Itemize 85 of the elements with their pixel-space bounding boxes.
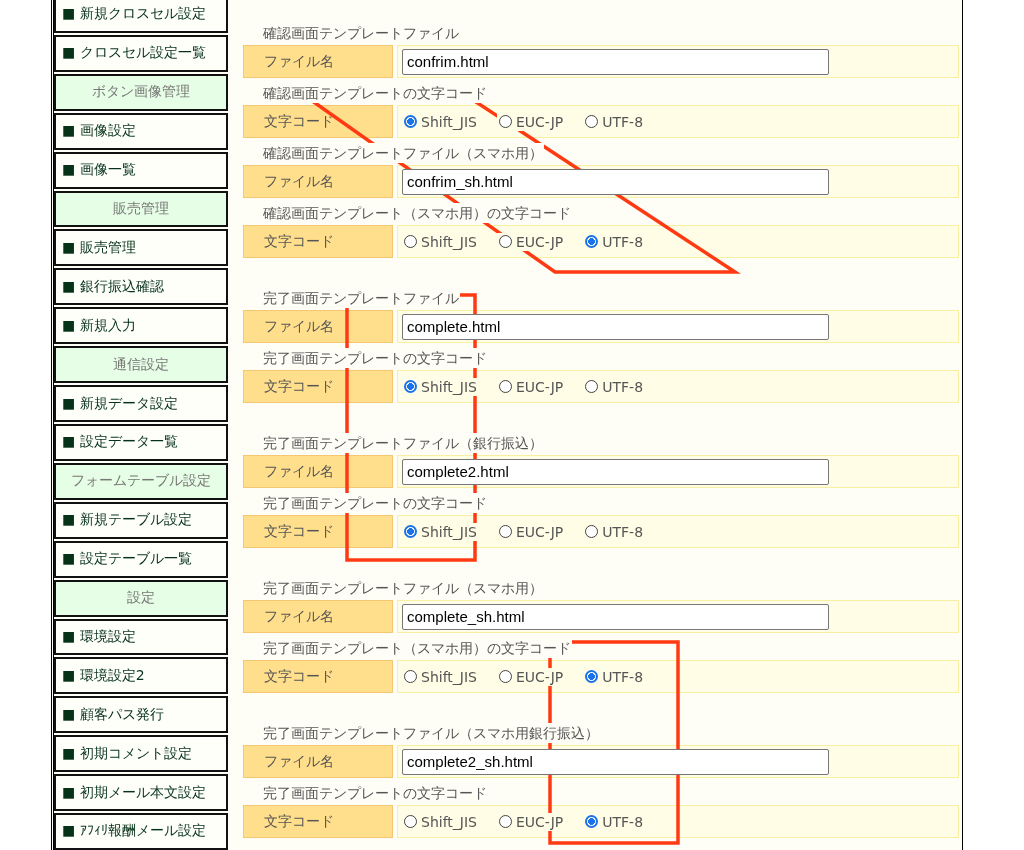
sidebar-link[interactable]: ■ 銀行振込確認 — [54, 268, 228, 306]
encoding-radio-option[interactable]: UTF-8 — [583, 232, 646, 251]
encoding-radio-option[interactable]: EUC-JP — [496, 232, 566, 251]
field-caption: 確認画面テンプレート（スマホ用）の文字コード — [262, 203, 572, 223]
encoding-radio-option[interactable]: UTF-8 — [583, 112, 646, 131]
field-caption: 確認画面テンプレートの文字コード — [262, 83, 488, 103]
sidebar-section-header: ボタン画像管理 — [54, 73, 228, 111]
sidebar-link[interactable]: ■ 設定データ一覧 — [54, 423, 228, 461]
sidebar-link[interactable]: ■ 初期コメント設定 — [54, 735, 228, 773]
field-caption: 完了画面テンプレートの文字コード — [262, 783, 488, 803]
radio-circle-icon[interactable] — [585, 815, 599, 828]
field-label: 文字コード — [243, 660, 393, 693]
sidebar-link[interactable]: ■ 設定テーブル一覧 — [54, 540, 228, 578]
encoding-radio-option[interactable]: UTF-8 — [583, 812, 646, 831]
filename-input[interactable]: complete2_sh.html — [402, 748, 829, 775]
radio-circle-icon[interactable] — [404, 670, 417, 683]
radio-circle-icon[interactable] — [404, 380, 417, 393]
radio-circle-icon[interactable] — [498, 380, 512, 393]
sidebar-link[interactable]: ■ クロスセル設定一覧 — [54, 34, 228, 72]
field-caption: 完了画面テンプレートの文字コード — [262, 348, 488, 368]
encoding-radio-option[interactable]: EUC-JP — [496, 377, 566, 396]
encoding-radio-option[interactable]: UTF-8 — [583, 667, 646, 686]
field-label: ファイル名 — [243, 455, 393, 488]
sidebar-link[interactable]: ■ 画像一覧 — [54, 151, 228, 189]
encoding-radio-option[interactable]: Shift_JIS — [402, 812, 479, 831]
encoding-radio-option[interactable]: EUC-JP — [496, 667, 566, 686]
sidebar-link[interactable]: ■ 販売管理 — [54, 229, 228, 267]
radio-circle-icon[interactable] — [585, 235, 599, 248]
sidebar-link[interactable]: ■ 環境設定2 — [54, 657, 228, 695]
field-label: 文字コード — [243, 105, 393, 138]
field-caption: 完了画面テンプレートファイル — [262, 288, 460, 308]
sidebar-link[interactable]: ■ 新規入力 — [54, 307, 228, 345]
sidebar-link[interactable]: ■ 環境設定 — [54, 618, 228, 656]
field-caption: 確認画面テンプレートファイル — [262, 23, 460, 43]
field-label: 文字コード — [243, 805, 393, 838]
field-label: 文字コード — [243, 370, 393, 403]
sidebar-link[interactable]: ■ 初期メール本文設定 — [54, 774, 228, 812]
radio-circle-icon[interactable] — [404, 525, 417, 538]
radio-circle-icon[interactable] — [498, 235, 512, 248]
field-label: 文字コード — [243, 225, 393, 258]
sidebar-section-header: 設定 — [54, 579, 228, 617]
radio-circle-icon[interactable] — [585, 380, 599, 393]
sidebar-link[interactable]: ■ 画像設定 — [54, 112, 228, 150]
encoding-radio-option[interactable]: EUC-JP — [496, 522, 566, 541]
sidebar-link[interactable]: ■ 新規クロスセル設定 — [54, 0, 228, 33]
sidebar-section-header: フォームテーブル設定 — [54, 462, 228, 500]
radio-circle-icon[interactable] — [404, 815, 417, 828]
field-label: ファイル名 — [243, 45, 393, 78]
field-label: 文字コード — [243, 515, 393, 548]
field-caption: 確認画面テンプレートファイル（スマホ用） — [262, 143, 544, 163]
radio-circle-icon[interactable] — [498, 115, 512, 128]
radio-circle-icon[interactable] — [585, 115, 599, 128]
radio-circle-icon[interactable] — [404, 115, 417, 128]
radio-circle-icon[interactable] — [585, 670, 599, 683]
filename-input[interactable]: confrim_sh.html — [402, 168, 829, 195]
sidebar-link[interactable]: ■ 顧客パス発行 — [54, 696, 228, 734]
filename-input[interactable]: complete2.html — [402, 458, 829, 485]
radio-circle-icon[interactable] — [498, 525, 512, 538]
encoding-radio-option[interactable]: Shift_JIS — [402, 112, 479, 131]
sidebar-link[interactable]: ■ ｱﾌｨﾘ報酬メール設定 — [54, 813, 228, 850]
encoding-radio-option[interactable]: Shift_JIS — [402, 667, 479, 686]
field-label: ファイル名 — [243, 745, 393, 778]
radio-circle-icon[interactable] — [585, 525, 599, 538]
filename-input[interactable]: complete_sh.html — [402, 603, 829, 630]
radio-circle-icon[interactable] — [498, 670, 512, 683]
encoding-radio-option[interactable]: Shift_JIS — [402, 377, 479, 396]
field-caption: 完了画面テンプレート（スマホ用）の文字コード — [262, 638, 572, 658]
sidebar-section-header: 販売管理 — [54, 190, 228, 228]
sidebar-link[interactable]: ■ 新規テーブル設定 — [54, 501, 228, 539]
field-label: ファイル名 — [243, 600, 393, 633]
field-label: ファイル名 — [243, 165, 393, 198]
filename-input[interactable]: complete.html — [402, 313, 829, 340]
radio-circle-icon[interactable] — [404, 235, 417, 248]
filename-input[interactable]: confrim.html — [402, 48, 829, 75]
encoding-radio-option[interactable]: UTF-8 — [583, 522, 646, 541]
field-label: ファイル名 — [243, 310, 393, 343]
field-caption: 完了画面テンプレートの文字コード — [262, 493, 488, 513]
encoding-radio-option[interactable]: Shift_JIS — [402, 232, 479, 251]
sidebar-section-header: 通信設定 — [54, 346, 228, 384]
radio-circle-icon[interactable] — [498, 815, 512, 828]
encoding-radio-option[interactable]: EUC-JP — [496, 812, 566, 831]
encoding-radio-option[interactable]: EUC-JP — [496, 112, 566, 131]
sidebar-link[interactable]: ■ 新規データ設定 — [54, 385, 228, 422]
encoding-radio-option[interactable]: Shift_JIS — [402, 522, 479, 541]
encoding-radio-option[interactable]: UTF-8 — [583, 377, 646, 396]
